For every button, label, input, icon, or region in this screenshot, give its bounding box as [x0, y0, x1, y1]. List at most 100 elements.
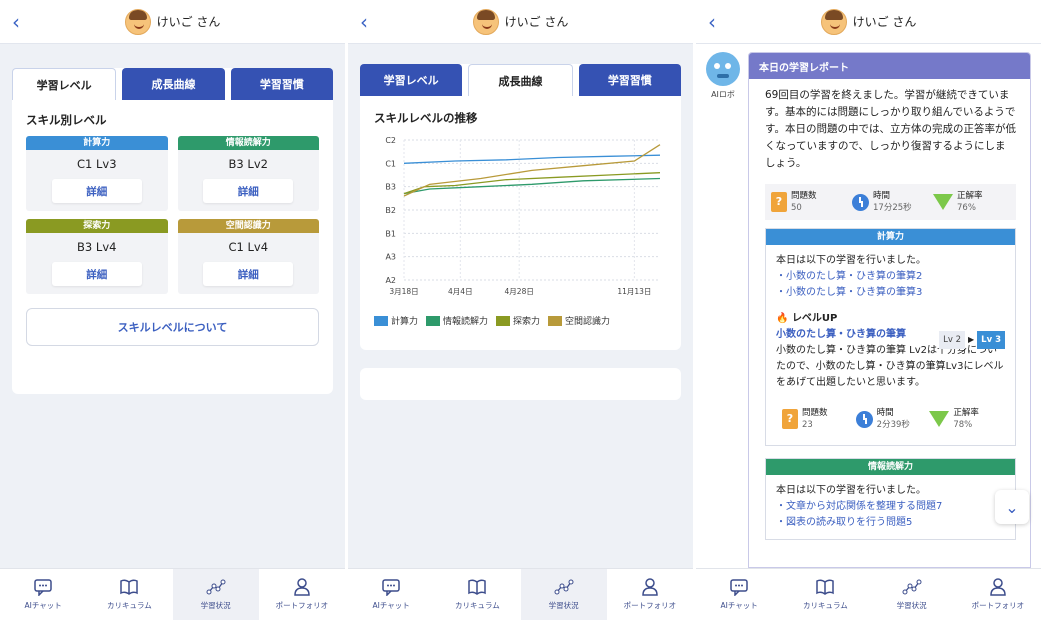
stat-value: 17分25秒: [873, 203, 912, 213]
nav-ai-chat[interactable]: AIチャット: [0, 569, 86, 620]
detail-button[interactable]: 詳細: [203, 262, 294, 286]
book-icon: [816, 579, 835, 595]
nav-curriculum[interactable]: カリキュラム: [86, 569, 172, 620]
level-to: Lv 3: [977, 331, 1005, 349]
tab-learning-habit[interactable]: 学習習慣: [230, 68, 333, 100]
nav-curriculum[interactable]: カリキュラム: [782, 569, 868, 620]
stat-label: 時間: [876, 408, 894, 418]
stat-label: 時間: [873, 191, 891, 201]
level-change: Lv 2 ▶ Lv 3: [939, 331, 1005, 349]
stat-accuracy: 正解率 76%: [933, 190, 1010, 214]
back-icon[interactable]: ‹: [708, 10, 716, 34]
user-name: けいご さん: [852, 15, 917, 29]
report-card: 本日の学習レポート 69回目の学習を終えました。学習が継続できています。基本的に…: [748, 52, 1031, 568]
detail-button[interactable]: 詳細: [203, 179, 294, 203]
person-icon: [642, 578, 658, 596]
skill-card-calculation: 計算力 C1 Lv3 詳細: [26, 136, 168, 211]
back-icon[interactable]: ‹: [12, 10, 20, 34]
stat-label: 問題数: [791, 191, 817, 201]
about-skill-level-button[interactable]: スキルレベルについて: [26, 308, 319, 346]
nav-label: カリキュラム: [106, 601, 152, 610]
person-icon: [294, 578, 310, 596]
skill-card-reading: 情報読解力 B3 Lv2 詳細: [177, 136, 319, 211]
skill-name: 計算力: [26, 136, 168, 150]
chat-icon: [34, 579, 52, 596]
stat-questions: ? 問題数 23: [782, 407, 852, 431]
skill-name: 情報読解力: [177, 136, 319, 150]
skill-level: C1 Lv3: [76, 157, 117, 171]
screen-daily-report: ‹ けいご さん AIロボ 本日の学習レポート 69回目の学習を終えました。学習…: [696, 0, 1041, 620]
x-tick-label: 3月18日: [389, 287, 418, 296]
chat-icon: [730, 579, 748, 596]
nav-ai-chat[interactable]: AIチャット: [348, 569, 434, 620]
detail-button[interactable]: 詳細: [51, 262, 142, 286]
lesson-link[interactable]: ・小数のたし算・ひき算の筆算3: [776, 285, 1005, 301]
screen-growth-curve: ‹ けいご さん 学習レベル 成長曲線 学習習慣 スキルレベルの推移 C2 C1 B…: [348, 0, 693, 620]
nav-learning-status[interactable]: 学習状況: [869, 569, 955, 620]
legend-label: 探索力: [513, 317, 541, 327]
y-tick-label: C1: [385, 159, 396, 168]
legend-label: 空間認識力: [565, 317, 611, 327]
user-info: けいご さん: [472, 8, 569, 35]
chart-title: スキルレベルの推移: [374, 111, 478, 125]
tab-learning-level[interactable]: 学習レベル: [12, 68, 117, 100]
x-tick-label: 4月28日: [505, 287, 534, 296]
nav-label: 学習状況: [548, 601, 579, 610]
tab-bar: 学習レベル 成長曲線 学習習慣: [360, 64, 681, 96]
nav-portfolio[interactable]: ポートフォリオ: [259, 569, 345, 620]
bottom-nav: AIチャット カリキュラム 学習状況 ポートフォリオ: [696, 568, 1041, 620]
lesson-link[interactable]: ・文章から対応関係を整理する問題7: [776, 499, 1005, 515]
level-card: 学習レベル 成長曲線 学習習慣 スキル別レベル 計算力 C1 Lv3 詳細 情報…: [12, 68, 333, 394]
nav-portfolio[interactable]: ポートフォリオ: [607, 569, 693, 620]
gem-icon: [933, 194, 953, 210]
stat-questions: ? 問題数 50: [771, 190, 848, 214]
user-info: けいご さん: [820, 8, 917, 35]
tab-growth-curve[interactable]: 成長曲線: [122, 68, 225, 100]
stat-label: 正解率: [957, 191, 983, 201]
empty-card: [360, 368, 681, 400]
subject-stats: ? 問題数 23 時間 2分39秒 正解率 78%: [776, 401, 1005, 437]
ai-robot: AIロボ: [704, 52, 742, 100]
header-bar: ‹ けいご さん: [0, 0, 345, 44]
stat-value: 2分39秒: [876, 420, 910, 430]
lesson-link[interactable]: ・図表の読み取りを行う問題5: [776, 515, 1005, 531]
back-icon[interactable]: ‹: [360, 10, 368, 34]
nav-label: 学習状況: [200, 601, 231, 610]
y-tick-label: A3: [385, 253, 396, 262]
nav-learning-status[interactable]: 学習状況: [520, 569, 607, 620]
chevron-down-icon: ⌄: [1005, 497, 1019, 517]
skill-card-exploration: 探索力 B3 Lv4 詳細: [26, 219, 168, 294]
graph-icon: [554, 579, 574, 595]
skills-grid: 計算力 C1 Lv3 詳細 情報読解力 B3 Lv2 詳細 探索力 B3 Lv4…: [12, 136, 333, 294]
skill-name: 空間認識力: [177, 219, 319, 233]
scroll-down-button[interactable]: ⌄: [995, 490, 1029, 524]
nav-ai-chat[interactable]: AIチャット: [696, 569, 782, 620]
report-area: AIロボ 本日の学習レポート 69回目の学習を終えました。学習が継続できています…: [696, 44, 1041, 568]
levelup-link[interactable]: 小数のたし算・ひき算の筆算: [776, 327, 916, 343]
chat-icon: [382, 579, 400, 596]
stat-label: 正解率: [953, 408, 979, 418]
x-tick-label: 4月4日: [448, 287, 473, 296]
subject-body: 本日は以下の学習を行いました。 ・小数のたし算・ひき算の筆算2 ・小数のたし算・…: [766, 245, 1015, 445]
legend-swatch: [426, 315, 441, 326]
detail-button[interactable]: 詳細: [51, 179, 142, 203]
avatar: [820, 8, 847, 35]
legend-swatch: [374, 315, 388, 326]
nav-curriculum[interactable]: カリキュラム: [434, 569, 520, 620]
nav-learning-status[interactable]: 学習状況: [172, 569, 259, 620]
subject-intro: 本日は以下の学習を行いました。: [776, 255, 926, 266]
tab-bar: 学習レベル 成長曲線 学習習慣: [12, 68, 333, 100]
user-name: けいご さん: [504, 15, 569, 29]
avatar: [472, 8, 499, 35]
tab-growth-curve[interactable]: 成長曲線: [468, 64, 573, 96]
stat-value: 50: [791, 203, 802, 213]
skill-level: B3 Lv4: [77, 240, 117, 254]
nav-label: ポートフォリオ: [971, 601, 1025, 610]
legend-item: 計算力: [374, 314, 418, 327]
lesson-link[interactable]: ・小数のたし算・ひき算の筆算2: [776, 269, 1005, 285]
nav-portfolio[interactable]: ポートフォリオ: [955, 569, 1041, 620]
tab-learning-habit[interactable]: 学習習慣: [578, 64, 681, 96]
avatar: [124, 8, 151, 35]
skill-level: B3 Lv2: [228, 157, 268, 171]
tab-learning-level[interactable]: 学習レベル: [360, 64, 463, 96]
